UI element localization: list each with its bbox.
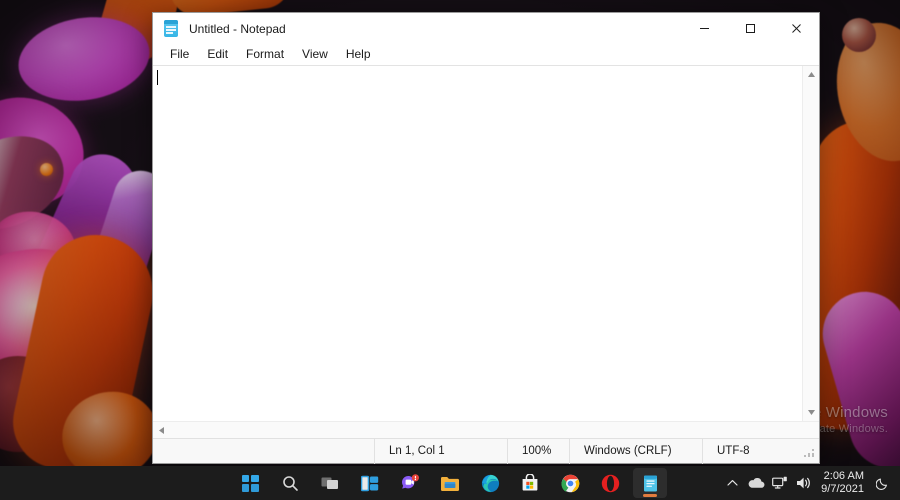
network-icon: [772, 476, 787, 489]
task-view-button[interactable]: [313, 468, 347, 498]
chevron-up-icon: [727, 480, 738, 486]
resize-grip[interactable]: [804, 445, 816, 457]
volume-icon: [797, 477, 811, 489]
widgets-icon: [361, 475, 379, 491]
chat-icon: [401, 474, 419, 489]
notepad-icon: [163, 20, 180, 37]
close-button[interactable]: [773, 13, 819, 44]
volume-button[interactable]: [793, 468, 815, 498]
wallpaper-shape: [40, 163, 53, 176]
search-button[interactable]: [273, 468, 307, 498]
vertical-scrollbar[interactable]: [802, 66, 819, 421]
moon-icon: [875, 478, 887, 490]
horizontal-scroll-track[interactable]: [170, 422, 802, 439]
search-icon: [282, 475, 298, 491]
scrollbar-corner: [802, 421, 819, 439]
status-bar: Ln 1, Col 1 100% Windows (CRLF) UTF-8: [153, 438, 819, 464]
task-view-icon: [321, 477, 338, 489]
edge-button[interactable]: [473, 468, 507, 498]
menu-file[interactable]: File: [162, 45, 197, 64]
chat-button[interactable]: [393, 468, 427, 498]
text-caret: [157, 70, 158, 85]
chrome-button[interactable]: [553, 468, 587, 498]
scroll-up-icon[interactable]: [803, 66, 820, 83]
maximize-button[interactable]: [727, 13, 773, 44]
title-bar[interactable]: Untitled - Notepad: [153, 13, 819, 44]
store-button[interactable]: [513, 468, 547, 498]
widgets-button[interactable]: [353, 468, 387, 498]
scroll-left-icon[interactable]: [153, 422, 170, 439]
edge-icon: [481, 474, 499, 492]
system-tray: 2:06 AM 9/7/2021: [721, 466, 900, 500]
text-editor[interactable]: [153, 66, 802, 421]
menu-edit[interactable]: Edit: [199, 45, 236, 64]
window-controls: [681, 13, 819, 44]
store-icon: [522, 474, 538, 491]
menu-format[interactable]: Format: [238, 45, 292, 64]
notepad-window[interactable]: Untitled - Notepad File Edit Format View…: [152, 12, 820, 464]
opera-icon: [601, 474, 619, 492]
clock-time: 2:06 AM: [823, 470, 864, 482]
taskbar: 2:06 AM 9/7/2021: [0, 466, 900, 500]
menu-help[interactable]: Help: [338, 45, 379, 64]
clock-date: 9/7/2021: [821, 483, 864, 495]
cloud-icon: [748, 477, 765, 488]
horizontal-scrollbar[interactable]: [153, 421, 819, 439]
status-cursor-position: Ln 1, Col 1: [374, 438, 507, 464]
active-app-indicator: [643, 494, 657, 497]
wallpaper-shape: [842, 18, 876, 52]
show-hidden-icons-button[interactable]: [721, 468, 743, 498]
onedrive-button[interactable]: [745, 468, 767, 498]
clock[interactable]: 2:06 AM 9/7/2021: [817, 470, 870, 496]
window-title: Untitled - Notepad: [189, 21, 286, 36]
opera-button[interactable]: [593, 468, 627, 498]
start-button[interactable]: [233, 468, 267, 498]
notepad-taskbar-button[interactable]: [633, 468, 667, 498]
status-line-ending[interactable]: Windows (CRLF): [569, 438, 702, 464]
notepad-icon: [643, 475, 657, 491]
minimize-button[interactable]: [681, 13, 727, 44]
windows-logo-icon: [241, 474, 259, 492]
scroll-down-icon[interactable]: [803, 404, 820, 421]
network-button[interactable]: [769, 468, 791, 498]
taskbar-apps: [233, 466, 667, 500]
notifications-button[interactable]: [872, 468, 892, 498]
editor-region: [153, 65, 819, 421]
status-encoding[interactable]: UTF-8: [702, 438, 802, 464]
folder-icon: [441, 476, 459, 491]
status-zoom-level[interactable]: 100%: [507, 438, 569, 464]
file-explorer-button[interactable]: [433, 468, 467, 498]
chrome-icon: [560, 474, 579, 492]
menu-view[interactable]: View: [294, 45, 336, 64]
menu-bar: File Edit Format View Help: [153, 44, 819, 65]
